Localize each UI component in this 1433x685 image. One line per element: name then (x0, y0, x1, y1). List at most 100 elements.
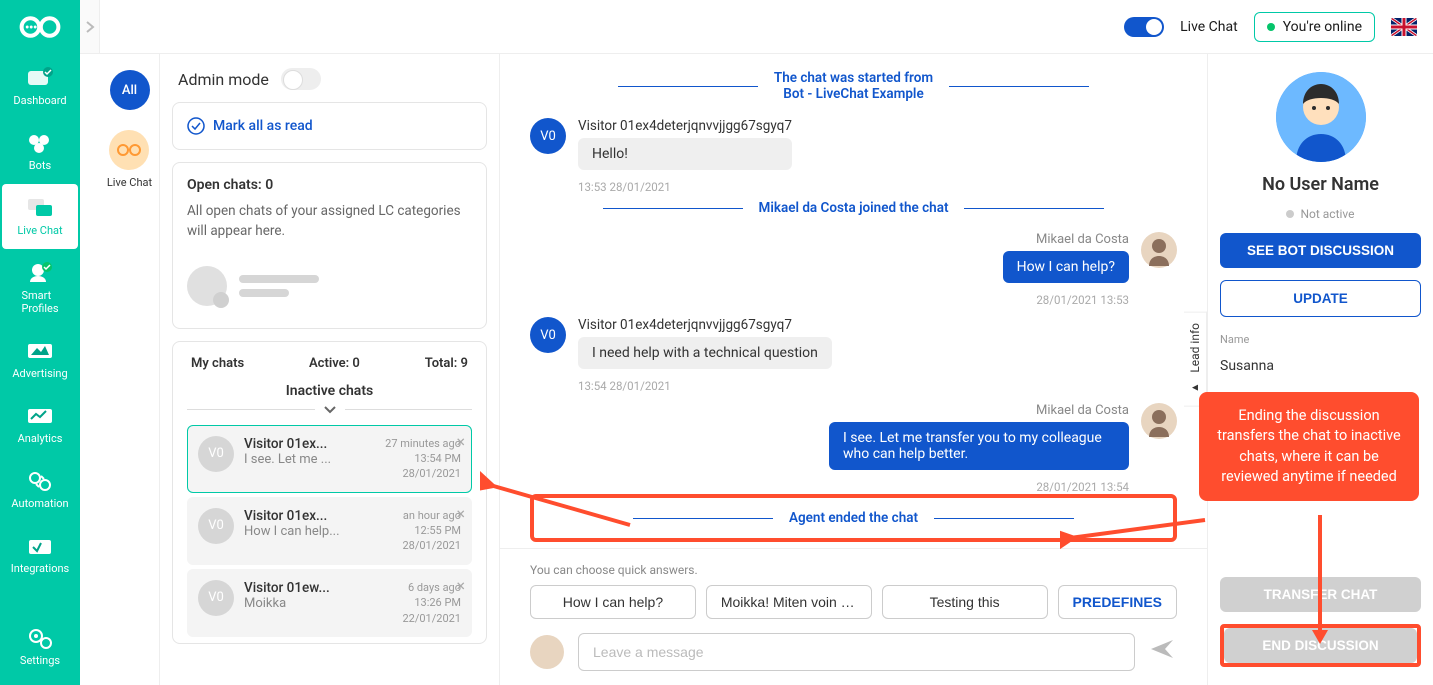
message-timestamp: 28/01/2021 13:54 (530, 480, 1129, 494)
online-status-button[interactable]: You're online (1254, 12, 1375, 42)
nav-label: Advertising (12, 367, 67, 380)
composer-avatar (530, 635, 564, 669)
my-chats-label: My chats (191, 356, 244, 371)
status-dot-icon (1267, 23, 1275, 31)
visitor-name: Visitor 01ex4deterjqnvvjjgg67sgyq7 (578, 118, 792, 134)
chat-item-close-icon[interactable]: × (456, 576, 465, 595)
language-flag-button[interactable] (1391, 18, 1417, 36)
chat-item-date: 28/01/2021 (385, 466, 461, 481)
nav-advertising[interactable]: Advertising (0, 327, 80, 392)
settings-icon (26, 626, 54, 650)
infinity-icon (114, 141, 144, 159)
annotation-highlight-end-button: END DISCUSSION (1220, 624, 1421, 667)
chat-item-name: Visitor 01ex... (244, 508, 392, 524)
conversation-column: The chat was started fromBot - LiveChat … (500, 54, 1207, 685)
quick-answer-button[interactable]: Testing this (882, 585, 1048, 619)
nav-automation[interactable]: Automation (0, 457, 80, 522)
end-discussion-button[interactable]: END DISCUSSION (1224, 628, 1417, 663)
nav-settings[interactable]: Settings (0, 614, 80, 679)
user-status: Not active (1220, 207, 1421, 221)
update-button[interactable]: UPDATE (1220, 280, 1421, 317)
nav-smart-profiles[interactable]: SmartProfiles (0, 249, 80, 327)
message-input[interactable] (578, 633, 1135, 671)
filter-all-button[interactable]: All (110, 70, 150, 110)
annotation-callout: Ending the discussion transfers the chat… (1199, 392, 1419, 501)
chat-list-item[interactable]: V0 Visitor 01ex... I see. Let me ... 27 … (187, 425, 472, 493)
message-timestamp: 28/01/2021 13:53 (530, 293, 1129, 307)
chat-item-time: 13:54 PM (385, 451, 461, 466)
dashboard-icon (26, 66, 54, 90)
livechat-toggle-label: Live Chat (1180, 19, 1238, 35)
brand-logo (0, 0, 80, 54)
field-label-name: Name (1220, 333, 1421, 346)
filter-livechat-label: Live Chat (107, 176, 152, 189)
nav-bots[interactable]: Bots (0, 119, 80, 184)
message-timestamp: 13:54 28/01/2021 (578, 379, 1177, 393)
nav-label: Dashboard (13, 94, 66, 107)
livechat-toggle[interactable] (1124, 17, 1164, 37)
active-count: Active: 0 (309, 356, 360, 371)
nav-label: SmartProfiles (21, 289, 58, 315)
nav-label: Live Chat (17, 224, 62, 237)
transfer-chat-button[interactable]: TRANSFER CHAT (1220, 577, 1421, 612)
chat-item-reltime: 6 days ago (402, 580, 461, 595)
system-message: The chat was started fromBot - LiveChat … (530, 64, 1177, 108)
user-name: No User Name (1220, 174, 1421, 195)
nav-integrations[interactable]: Integrations (0, 522, 80, 587)
expand-sidebar-button[interactable] (80, 0, 100, 54)
nav-label: Integrations (11, 562, 69, 575)
admin-mode-label: Admin mode (178, 70, 269, 89)
check-circle-icon (187, 117, 205, 135)
profiles-icon (26, 261, 54, 285)
system-message-agent-ended: Agent ended the chat (540, 504, 1167, 532)
quick-answer-button[interactable]: Moikka! Miten voin au... (706, 585, 872, 619)
visitor-avatar: V0 (530, 118, 566, 154)
chat-item-close-icon[interactable]: × (456, 504, 465, 523)
mark-all-read-label: Mark all as read (213, 118, 313, 134)
visitor-avatar: V0 (530, 317, 566, 353)
user-avatar (1276, 72, 1366, 162)
filter-livechat-button[interactable] (109, 130, 149, 170)
predefines-button[interactable]: PREDEFINES (1058, 585, 1177, 619)
chevron-down-icon[interactable] (323, 405, 337, 415)
send-button[interactable] (1149, 638, 1177, 666)
message-bubble: How I can help? (1003, 251, 1129, 283)
nav-label: Bots (29, 159, 51, 172)
chat-item-time: 12:55 PM (402, 523, 461, 538)
message-timestamp: 13:53 28/01/2021 (578, 180, 1177, 194)
quick-answer-button[interactable]: How I can help? (530, 585, 696, 619)
nav-dashboard[interactable]: Dashboard (0, 54, 80, 119)
lead-panel: No User Name Not active SEE BOT DISCUSSI… (1207, 54, 1433, 685)
chat-item-time: 13:26 PM (402, 595, 461, 610)
nav-label: Automation (11, 497, 68, 510)
total-count: Total: 9 (425, 356, 468, 371)
agent-avatar (1141, 232, 1177, 268)
chat-item-preview: How I can help... (244, 524, 392, 539)
bots-icon (26, 131, 54, 155)
admin-mode-toggle[interactable] (281, 68, 321, 90)
chat-list-item[interactable]: V0 Visitor 01ew... Moikka 6 days ago 13:… (187, 569, 472, 637)
visitor-name: Visitor 01ex4deterjqnvvjjgg67sgyq7 (578, 317, 832, 333)
chat-list-column: Admin mode Mark all as read Open chats: … (160, 54, 500, 685)
chevron-right-icon (85, 20, 95, 34)
open-chats-title: Open chats: 0 (187, 177, 472, 193)
chat-item-date: 22/01/2021 (402, 611, 461, 626)
agent-name: Mikael da Costa (1036, 403, 1129, 418)
chat-item-preview: I see. Let me ... (244, 452, 375, 467)
nav-analytics[interactable]: Analytics (0, 392, 80, 457)
top-bar: Live Chat You're online (80, 0, 1433, 54)
nav-livechat[interactable]: Live Chat (2, 184, 78, 249)
automation-icon (26, 469, 54, 493)
composer: You can choose quick answers. How I can … (500, 548, 1207, 685)
online-status-label: You're online (1283, 19, 1362, 35)
mark-all-read-button[interactable]: Mark all as read (187, 117, 472, 135)
chat-item-reltime: an hour ago (402, 508, 461, 523)
livechat-icon (26, 196, 54, 220)
open-chats-description: All open chats of your assigned LC categ… (187, 201, 472, 242)
chat-list-item[interactable]: V0 Visitor 01ex... How I can help... an … (187, 497, 472, 565)
quick-answers-label: You can choose quick answers. (530, 563, 1177, 577)
chat-item-close-icon[interactable]: × (456, 432, 465, 451)
chat-item-reltime: 27 minutes ago (385, 436, 461, 451)
see-bot-discussion-button[interactable]: SEE BOT DISCUSSION (1220, 233, 1421, 268)
inactive-chats-header: Inactive chats (187, 383, 472, 399)
